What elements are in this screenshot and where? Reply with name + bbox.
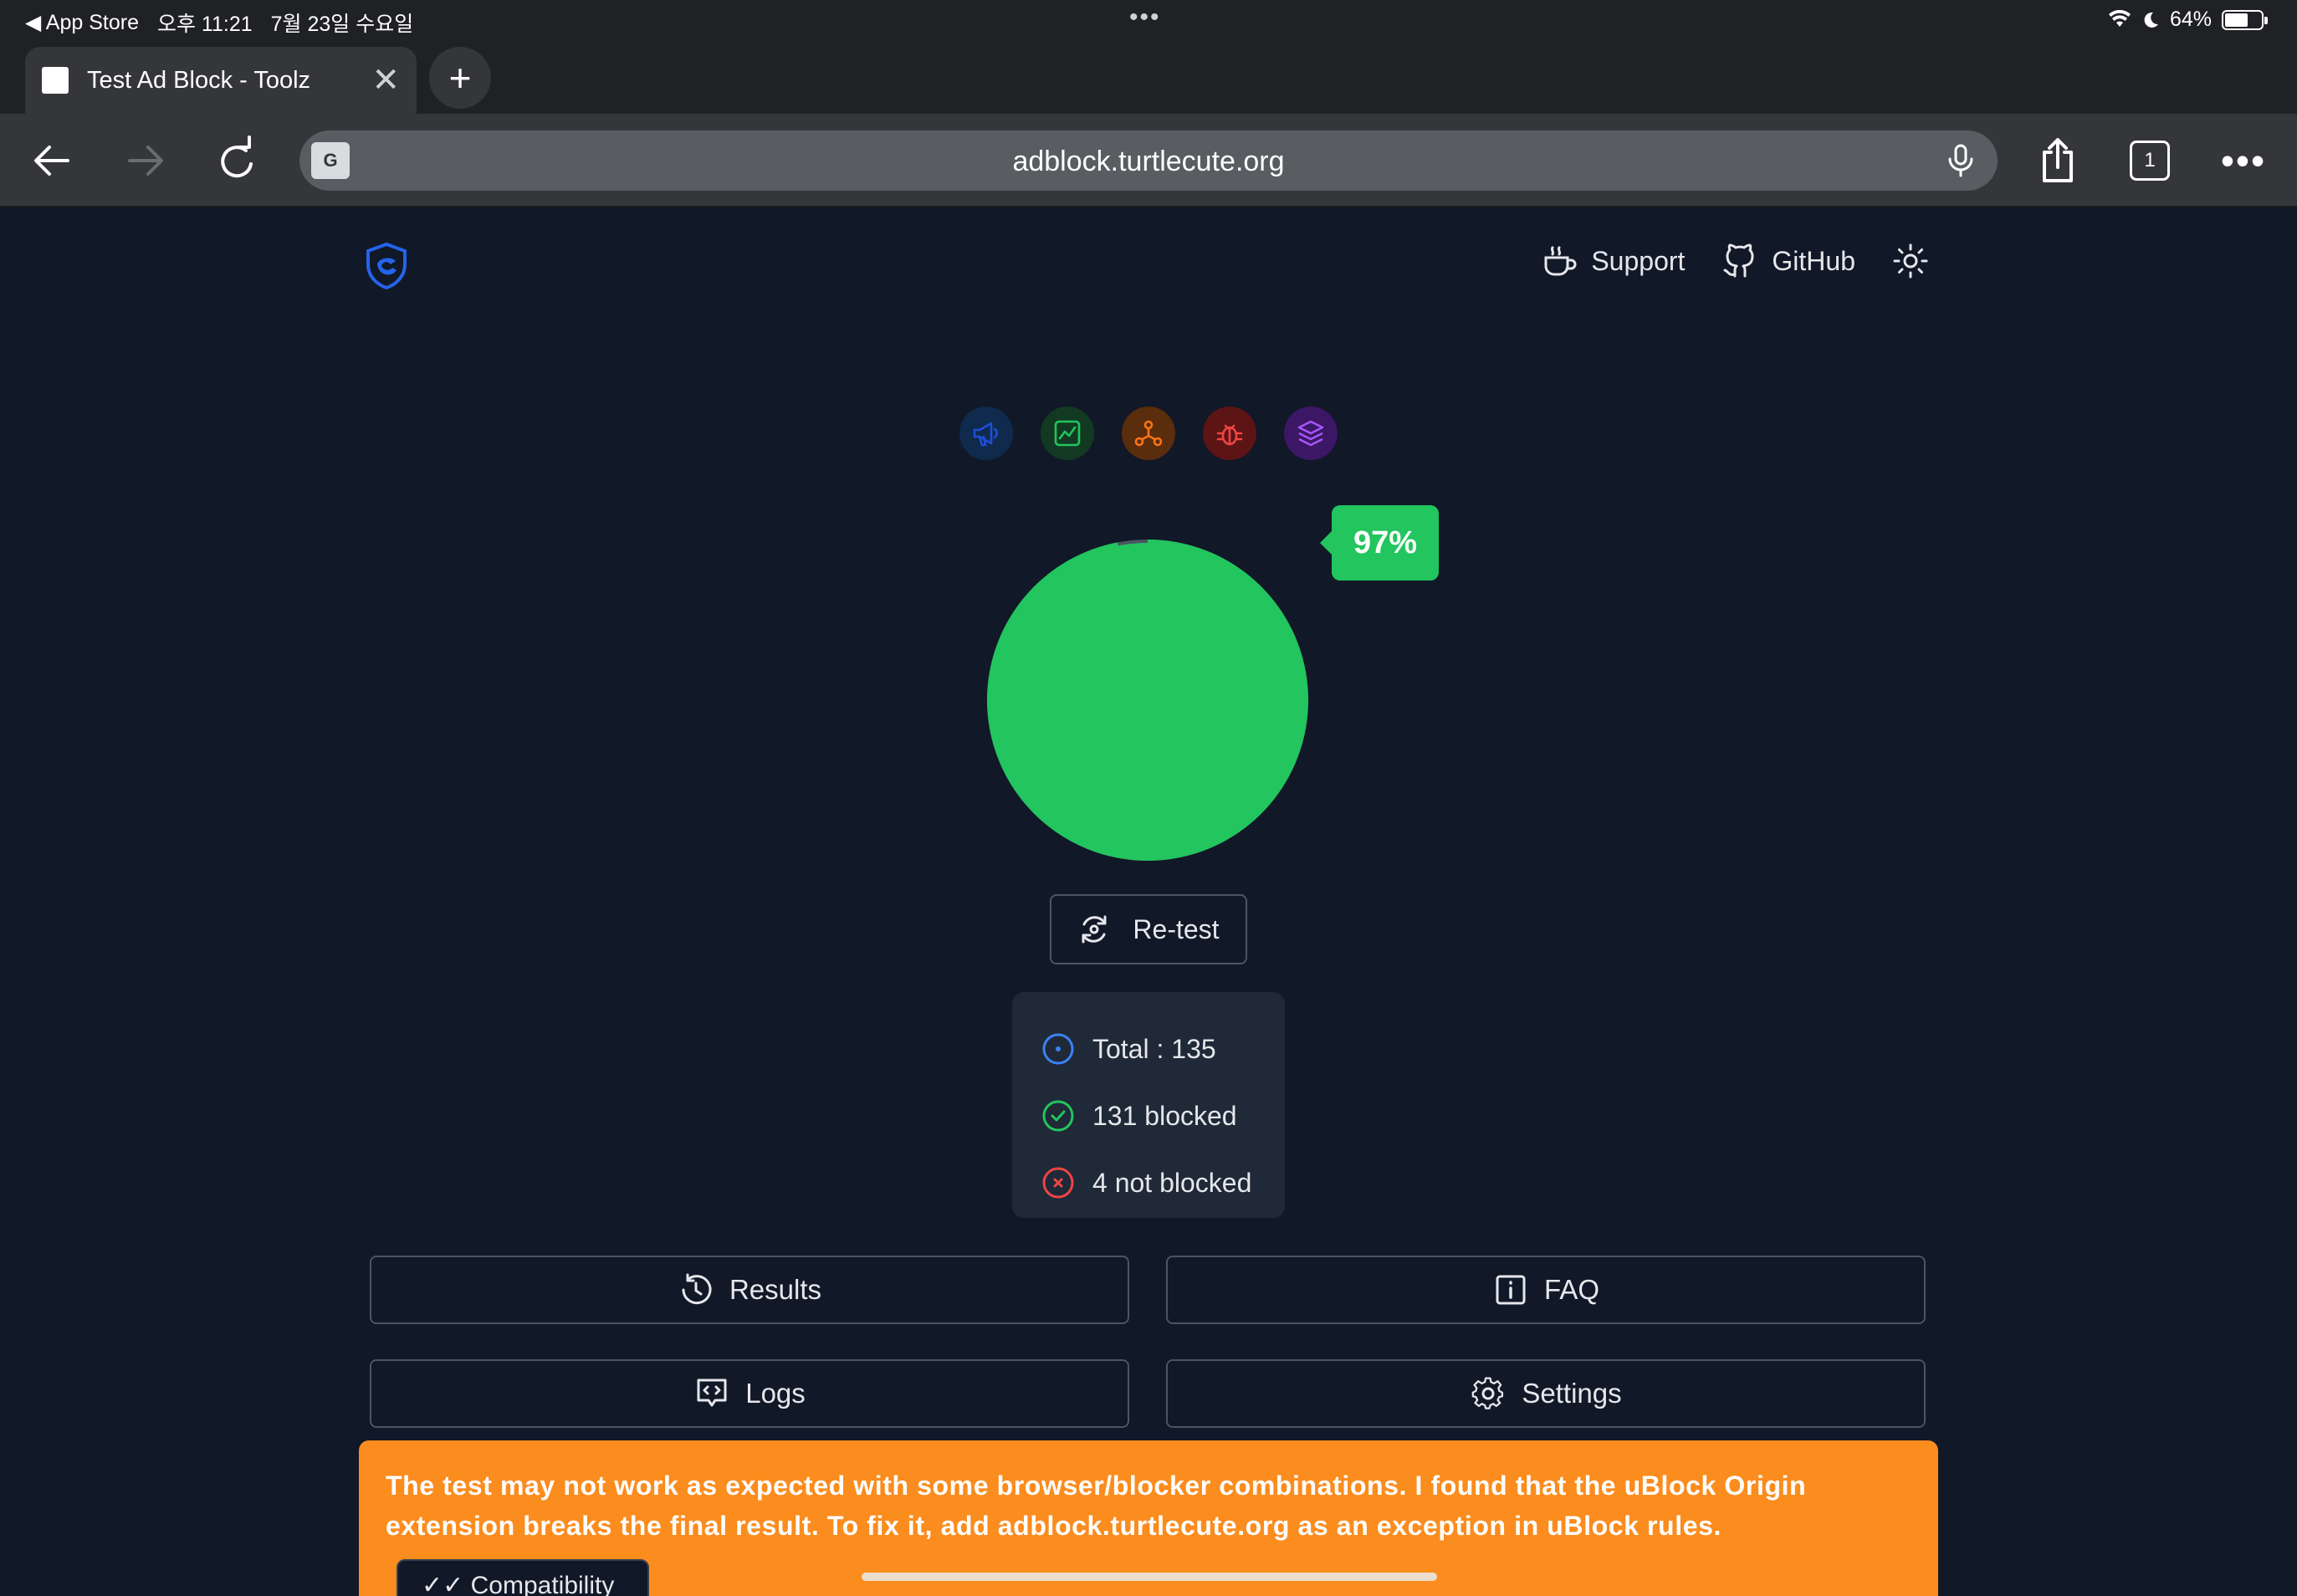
score-gauge: [986, 540, 1308, 861]
not-blocked-count: 4 not blocked: [1092, 1167, 1252, 1198]
code-message-icon: [697, 1379, 727, 1407]
gear-icon: [1472, 1377, 1504, 1409]
trackers-icon: [1134, 420, 1163, 447]
favicon-icon: [42, 67, 69, 94]
warning-line-1: The test may not work as expected with s…: [386, 1471, 1807, 1501]
stat-not-blocked: 4 not blocked: [1041, 1149, 1285, 1216]
warning-line-2: extension breaks the final result. To fi…: [386, 1511, 1721, 1541]
theme-toggle[interactable]: [1892, 243, 1929, 279]
error-monitors-icon: [1216, 424, 1243, 446]
score-percent-badge: 97%: [1320, 505, 1439, 581]
share-icon[interactable]: [2033, 136, 2083, 186]
category-ads[interactable]: [959, 407, 1013, 460]
support-label: Support: [1591, 245, 1686, 276]
test-categories: [959, 407, 1338, 460]
category-error-monitors[interactable]: [1203, 407, 1256, 460]
gauge-fill: [990, 543, 1305, 857]
info-square-icon: [1496, 1275, 1526, 1305]
github-link[interactable]: GitHub: [1721, 243, 1855, 279]
top-navigation: Support GitHub: [1541, 243, 1929, 279]
back-arrow-icon[interactable]: [27, 136, 77, 186]
status-time: 오후 11:21: [156, 13, 253, 36]
x-circle-icon: [1042, 1167, 1074, 1199]
address-bar[interactable]: G adblock.turtlecute.org: [299, 130, 1998, 191]
moon-icon: [2144, 12, 2158, 28]
forward-arrow-icon[interactable]: [120, 136, 171, 186]
close-tab-icon[interactable]: ✕: [371, 64, 400, 97]
tab-strip: Test Ad Block - Toolz ✕ +: [0, 42, 2297, 114]
tab-count: 1: [2130, 141, 2170, 181]
browser-tab[interactable]: Test Ad Block - Toolz ✕: [25, 47, 417, 114]
analytics-icon: [1054, 420, 1081, 447]
support-link[interactable]: Support: [1541, 243, 1685, 279]
ads-icon: [973, 422, 998, 447]
faq-button[interactable]: FAQ: [1166, 1256, 1926, 1324]
stat-blocked: 131 blocked: [1041, 1082, 1285, 1149]
battery-percent: 64%: [2169, 8, 2212, 31]
settings-button[interactable]: Settings: [1166, 1359, 1926, 1428]
home-indicator[interactable]: [862, 1573, 1437, 1581]
mix-icon: [1297, 420, 1324, 447]
github-icon: [1723, 243, 1754, 278]
tab-switcher-button[interactable]: 1: [2125, 136, 2175, 186]
category-analytics[interactable]: [1041, 407, 1094, 460]
more-menu-icon[interactable]: •••: [2218, 136, 2269, 186]
tab-title: Test Ad Block - Toolz: [87, 66, 311, 94]
multitask-dots[interactable]: •••: [1129, 3, 1161, 32]
status-bar: ◀ App Store 오후 11:21 7월 23일 수요일 ••• 64%: [0, 0, 2297, 42]
url-text[interactable]: adblock.turtlecute.org: [299, 146, 1998, 178]
results-label: Results: [729, 1274, 822, 1305]
battery-icon: [2222, 9, 2268, 30]
new-tab-button[interactable]: +: [429, 47, 491, 109]
blocked-count: 131 blocked: [1092, 1100, 1237, 1131]
compatibility-button[interactable]: ✓✓ Compatibility: [396, 1559, 649, 1596]
github-label: GitHub: [1772, 245, 1855, 276]
results-button[interactable]: Results: [370, 1256, 1129, 1324]
retest-button[interactable]: Re-test: [1050, 894, 1247, 964]
category-trackers[interactable]: [1122, 407, 1175, 460]
settings-label: Settings: [1522, 1378, 1622, 1409]
microphone-icon[interactable]: [1942, 142, 1979, 179]
sun-icon: [1893, 243, 1928, 279]
check-circle-icon: [1042, 1100, 1074, 1132]
back-to-app-store[interactable]: ◀ App Store: [25, 10, 139, 35]
faq-label: FAQ: [1543, 1274, 1600, 1305]
total-count: Total : 135: [1092, 1033, 1216, 1064]
category-mix[interactable]: [1284, 407, 1338, 460]
refresh-icon: [1082, 915, 1107, 944]
stats-panel: Total : 135 131 blocked 4 not blocked: [1012, 992, 1285, 1218]
logs-label: Logs: [745, 1378, 806, 1409]
wifi-icon: [2108, 9, 2131, 27]
stat-total: Total : 135: [1041, 1015, 1285, 1082]
retest-label: Re-test: [1133, 913, 1220, 944]
logs-button[interactable]: Logs: [370, 1359, 1129, 1428]
coffee-cup-icon: [1544, 246, 1577, 276]
web-page: Support GitHub 97% Re-test Total : 135 1…: [0, 207, 2297, 1596]
browser-toolbar: G adblock.turtlecute.org 1 •••: [0, 114, 2297, 207]
site-logo-icon[interactable]: [366, 243, 407, 289]
history-icon: [682, 1273, 712, 1305]
status-date: 7월 23일 수요일: [270, 13, 414, 36]
target-icon: [1042, 1033, 1074, 1065]
reload-icon[interactable]: [212, 136, 263, 186]
